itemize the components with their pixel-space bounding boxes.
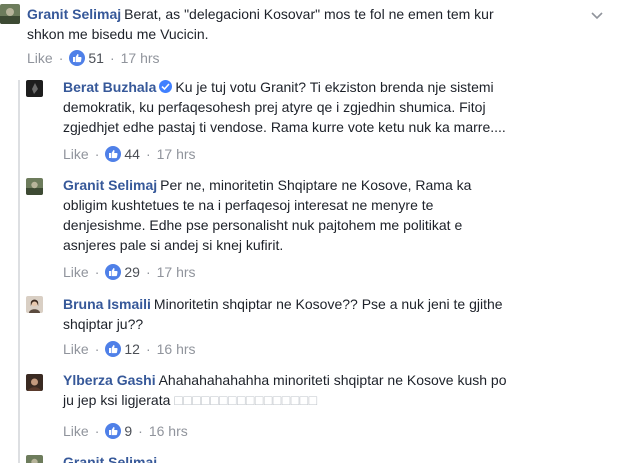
comment-text: asnjeres pale si andej si knej kufirit. xyxy=(63,237,284,253)
comment-author[interactable]: Ylberza Gashi xyxy=(63,372,156,388)
avatar[interactable] xyxy=(26,178,43,195)
like-button[interactable]: Like xyxy=(63,146,89,162)
avatar[interactable] xyxy=(26,296,43,313)
reaction-count[interactable]: 29 xyxy=(124,264,140,280)
thumbs-up-icon[interactable] xyxy=(105,264,122,280)
avatar[interactable] xyxy=(26,374,43,391)
comment-text: Per ne, minoritetin Shqiptare ne Kosove,… xyxy=(160,177,472,193)
comment-text: shkon me bisedu me Vucicin. xyxy=(27,26,209,42)
comment-text: Ku je tuj votu Granit? Ti ekziston brend… xyxy=(175,79,494,95)
timestamp[interactable]: 17 hrs xyxy=(157,146,196,162)
like-button[interactable]: Like xyxy=(63,341,89,357)
comment-author[interactable]: Granit Selimaj xyxy=(63,177,157,193)
timestamp[interactable]: 16 hrs xyxy=(149,423,188,439)
avatar[interactable] xyxy=(26,455,43,463)
thumbs-up-icon[interactable] xyxy=(105,341,122,357)
comment-meta: Like · 51 · 17 hrs xyxy=(27,50,160,66)
timestamp[interactable]: 16 hrs xyxy=(157,341,196,357)
comment-author[interactable]: Berat Buzhala xyxy=(63,79,156,95)
comment-meta: Like · 12 · 16 hrs xyxy=(63,341,196,357)
comment-meta: Like · 9 · 16 hrs xyxy=(63,423,188,439)
comment-author[interactable]: Granit Selimaj xyxy=(27,6,121,22)
thumbs-up-icon[interactable] xyxy=(69,50,86,66)
comment-text: zgjedhjet edhe pastaj ti vendose. Rama k… xyxy=(63,119,506,135)
unrendered-emoji: □□□□□□□□□□□□□□□□ xyxy=(174,392,318,408)
timestamp[interactable]: 17 hrs xyxy=(157,264,196,280)
comment-text: denjesishme. Edhe pse personalisht nuk p… xyxy=(63,217,463,233)
timestamp[interactable]: 17 hrs xyxy=(121,50,160,66)
avatar[interactable] xyxy=(26,80,43,97)
comment-author[interactable]: Granit Selimaj xyxy=(63,454,157,463)
comment-text: shqiptar ju?? xyxy=(63,316,144,332)
like-button[interactable]: Like xyxy=(63,264,89,280)
thread-line xyxy=(18,80,20,463)
comment-text: Ahahahahahahha minoriteti shqiptar ne Ko… xyxy=(158,372,507,388)
comment-text: demokratik, ku perfaqesohesh prej atyre … xyxy=(63,99,486,115)
reaction-count[interactable]: 51 xyxy=(88,50,104,66)
like-button[interactable]: Like xyxy=(27,50,53,66)
comment-meta: Like · 29 · 17 hrs xyxy=(63,264,196,280)
reaction-count[interactable]: 44 xyxy=(124,146,140,162)
thumbs-up-icon[interactable] xyxy=(105,423,122,439)
comment-text: obligim kushtetues te na i perfaqesoj in… xyxy=(63,197,434,213)
comment-text: Minoritetin shqiptar ne Kosove?? Pse a n… xyxy=(153,296,503,312)
comment-text: Berat, as "delegacioni Kosovar" mos te f… xyxy=(124,6,494,22)
reaction-count[interactable]: 12 xyxy=(124,341,140,357)
reaction-count[interactable]: 9 xyxy=(124,423,132,439)
comment-meta: Like · 44 · 17 hrs xyxy=(63,146,196,162)
avatar[interactable] xyxy=(0,4,20,24)
thumbs-up-icon[interactable] xyxy=(105,146,122,162)
like-button[interactable]: Like xyxy=(63,423,89,439)
comment-text: ju jep ksi ligjerata xyxy=(63,392,171,408)
comment-author[interactable]: Bruna Ismaili xyxy=(63,296,151,312)
chevron-down-icon[interactable] xyxy=(590,8,604,22)
verified-badge-icon xyxy=(159,80,173,93)
